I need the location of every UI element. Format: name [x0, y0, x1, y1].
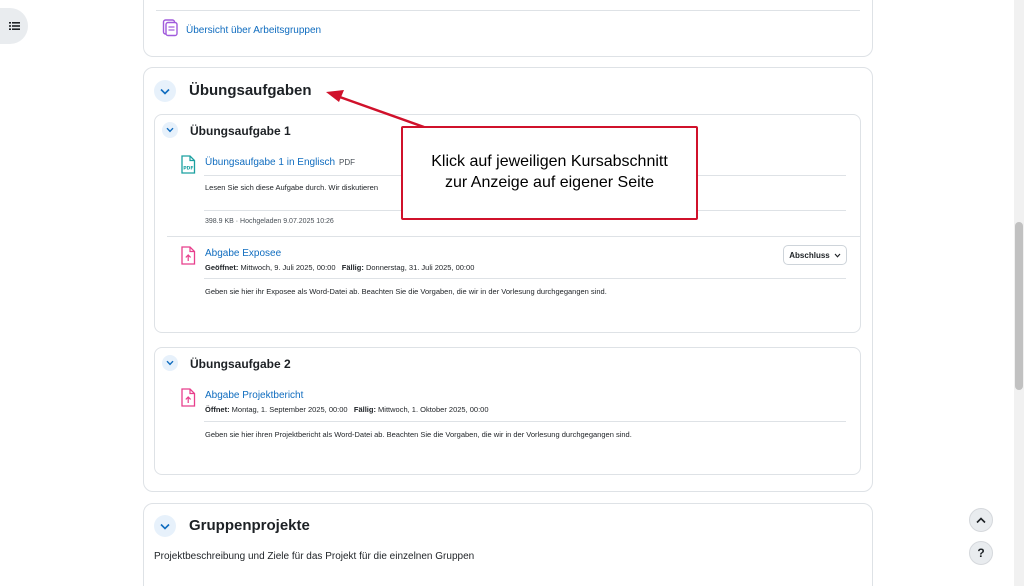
resource-description: Lesen Sie sich diese Aufgabe durch. Wir … — [205, 183, 379, 192]
due-label: Fällig: — [353, 405, 376, 414]
resource-meta: 398.9 KB · Hochgeladen 9.07.2025 10:26 — [205, 218, 334, 225]
group-overview-icon — [162, 19, 178, 42]
section-title[interactable]: Übungsaufgaben — [189, 82, 312, 99]
pdf-file-icon: PDF — [180, 155, 196, 179]
completion-button-label: Abschluss — [789, 250, 830, 260]
due-date: Mittwoch, 1. Oktober 2025, 00:00 — [378, 405, 489, 414]
assignment-description: Geben sie hier ihren Projektbericht als … — [205, 430, 632, 439]
chevron-down-icon — [166, 360, 174, 366]
divider — [156, 10, 860, 11]
scrollbar-thumb[interactable] — [1015, 222, 1023, 390]
chevron-down-icon — [166, 127, 174, 133]
callout-line-2: zur Anzeige auf eigener Seite — [444, 174, 655, 191]
due-date: Donnerstag, 31. Juli 2025, 00:00 — [365, 263, 475, 272]
section-collapse-toggle[interactable] — [154, 515, 176, 537]
assignment-link[interactable]: Abgabe Exposee — [205, 248, 281, 259]
assignment-dates: Öffnet: Montag, 1. September 2025, 00:00… — [205, 405, 489, 414]
section-summary: Projektbeschreibung und Ziele für das Pr… — [154, 551, 475, 562]
divider — [204, 421, 846, 422]
page-scrollbar[interactable] — [1014, 0, 1024, 586]
question-mark-icon: ? — [977, 546, 985, 560]
course-index-toggle-button[interactable] — [0, 8, 28, 44]
divider — [167, 236, 861, 237]
completion-dropdown-button[interactable]: Abschluss — [783, 245, 847, 265]
annotation-callout: Klick auf jeweiligen Kursabschnitt zur A… — [401, 126, 698, 220]
subsection-collapse-toggle[interactable] — [162, 355, 178, 371]
section-collapse-toggle[interactable] — [154, 80, 176, 102]
assignment-link[interactable]: Abgabe Projektbericht — [205, 390, 303, 401]
due-label: Fällig: — [341, 263, 364, 272]
assignment-dates: Geöffnet: Mittwoch, 9. Juli 2025, 00:00 … — [205, 263, 474, 272]
assignment-upload-icon — [180, 388, 196, 412]
callout-line-1: Klick auf jeweiligen Kursabschnitt — [431, 153, 668, 171]
subsection-title[interactable]: Übungsaufgabe 1 — [190, 124, 291, 138]
subsection-collapse-toggle[interactable] — [162, 122, 178, 138]
chevron-down-icon — [160, 88, 170, 95]
assignment-upload-icon — [180, 246, 196, 270]
subsection-title[interactable]: Übungsaufgabe 2 — [190, 357, 291, 371]
opened-label: Geöffnet: — [205, 263, 239, 272]
group-overview-link[interactable]: Übersicht über Arbeitsgruppen — [186, 25, 321, 36]
section-gruppenprojekte — [143, 503, 873, 586]
resource-link[interactable]: Übungsaufgabe 1 in Englisch — [205, 157, 335, 168]
assignment-description: Geben sie hier ihr Exposee als Word-Date… — [205, 287, 607, 296]
back-to-top-button[interactable] — [969, 508, 993, 532]
opened-date: Mittwoch, 9. Juli 2025, 00:00 — [240, 263, 336, 272]
chevron-down-icon — [160, 523, 170, 530]
help-button[interactable]: ? — [969, 541, 993, 565]
previous-section-card: Übersicht über Arbeitsgruppen — [143, 0, 873, 57]
opened-date: Montag, 1. September 2025, 00:00 — [231, 405, 348, 414]
opened-label: Öffnet: — [205, 405, 230, 414]
resource-type-badge: PDF — [339, 158, 355, 167]
list-icon — [8, 22, 20, 30]
chevron-down-icon — [834, 253, 841, 258]
divider — [204, 278, 846, 279]
chevron-up-icon — [976, 516, 986, 523]
svg-text:PDF: PDF — [183, 166, 193, 172]
section-title[interactable]: Gruppenprojekte — [189, 517, 310, 534]
